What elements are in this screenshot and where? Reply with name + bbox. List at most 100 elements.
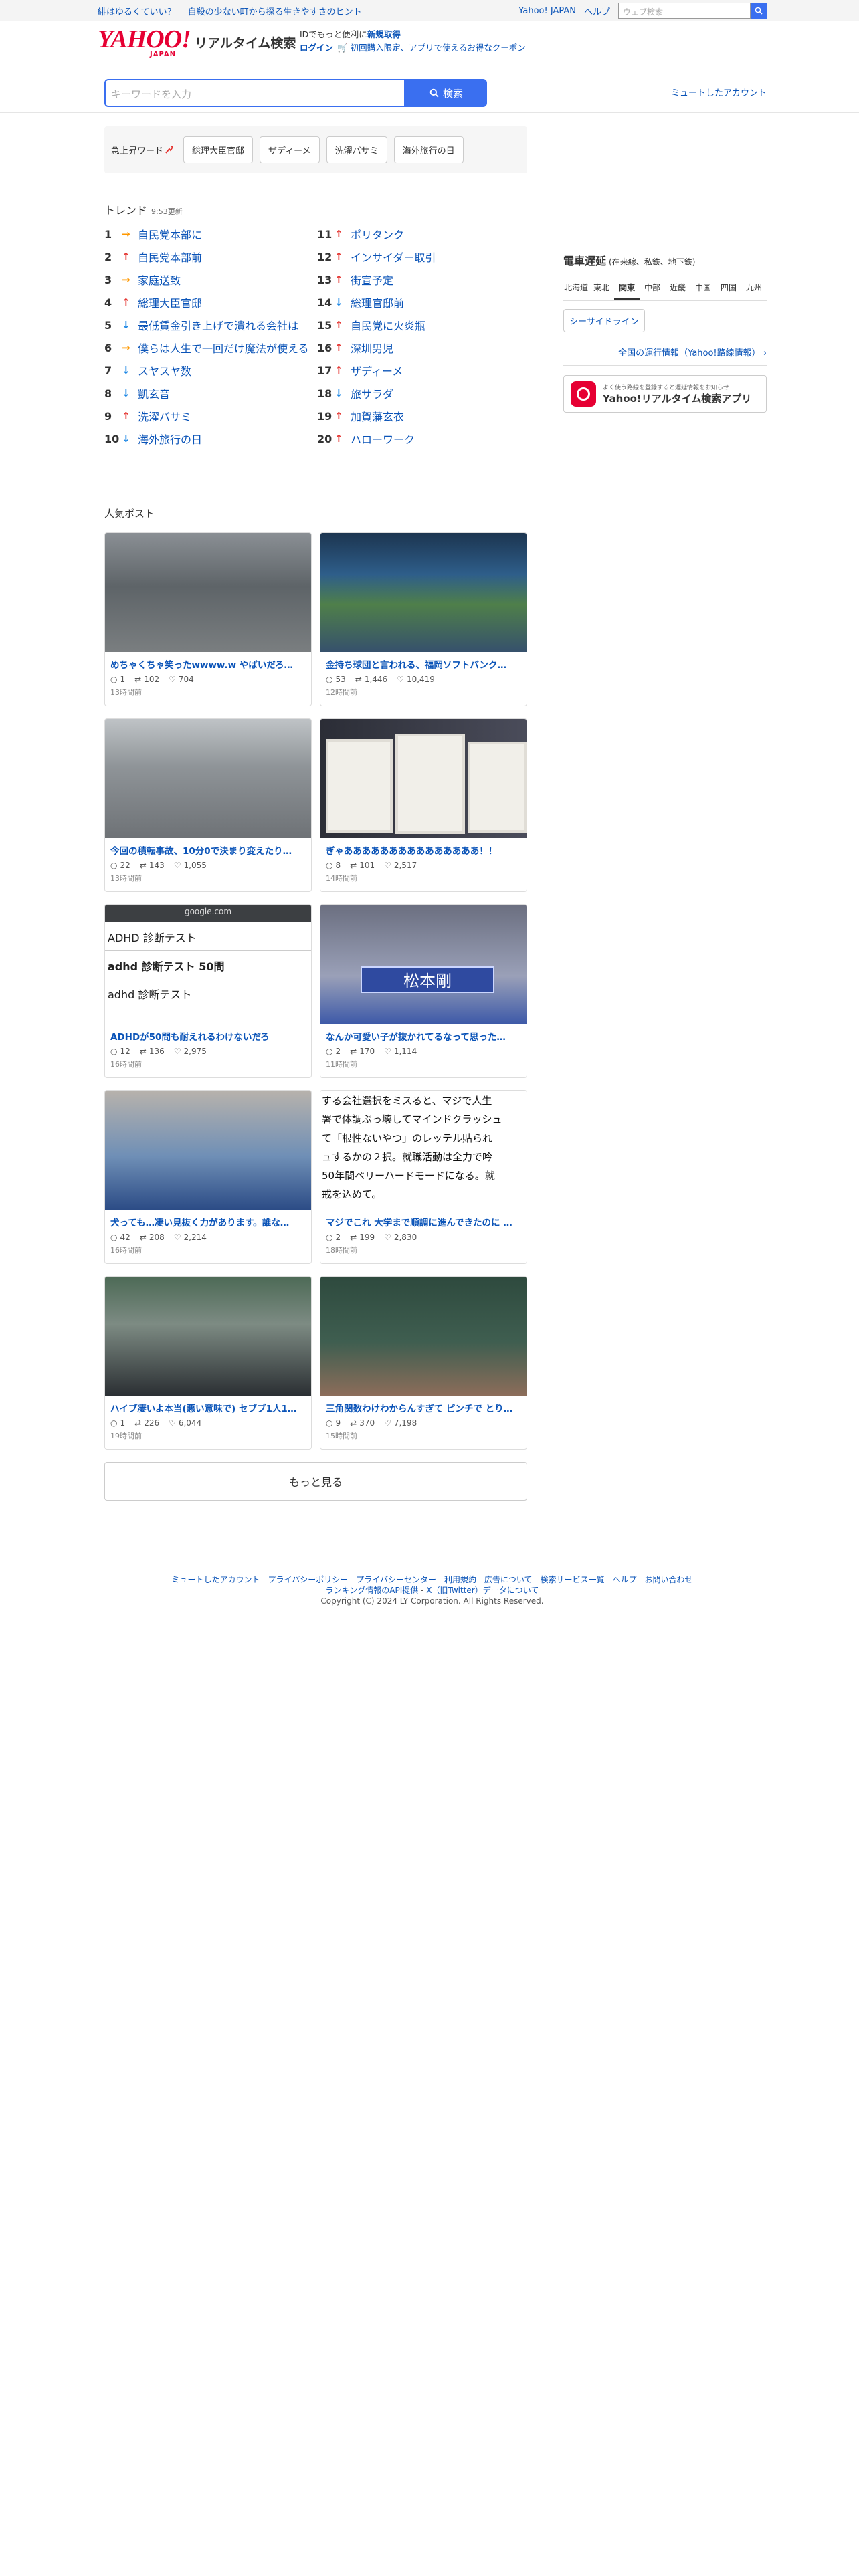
post-title[interactable]: ハイブ凄いよ本当(悪い意味で) セブブ1人1… bbox=[105, 1396, 311, 1414]
surge-chip[interactable]: 洗濯バサミ bbox=[326, 136, 387, 163]
top-news-link-1[interactable]: 緋はゆるくていい？ bbox=[98, 5, 176, 17]
trend-word[interactable]: 最低賃金引き上げで潰れる会社は bbox=[138, 317, 298, 333]
trend-word[interactable]: ポリタンク bbox=[351, 226, 404, 242]
surge-chip[interactable]: 海外旅行の日 bbox=[393, 136, 464, 163]
trend-word[interactable]: 凱玄音 bbox=[138, 385, 170, 401]
trend-word[interactable]: 街宣予定 bbox=[351, 272, 393, 288]
trend-item[interactable]: 9 ↑ 洗濯バサミ bbox=[104, 405, 317, 427]
post-image[interactable]: 松本剛 bbox=[320, 905, 527, 1024]
trend-item[interactable]: 2 ↑ 自民党本部前 bbox=[104, 245, 317, 268]
trend-item[interactable]: 1 → 自民党本部に bbox=[104, 223, 317, 245]
trend-item[interactable]: 15 ↑ 自民党に火炎瓶 bbox=[317, 314, 527, 336]
signup-link[interactable]: 新規取得 bbox=[367, 29, 401, 39]
trend-item[interactable]: 10 ↓ 海外旅行の日 bbox=[104, 427, 317, 450]
trend-item[interactable]: 5 ↓ 最低賃金引き上げで潰れる会社は bbox=[104, 314, 317, 336]
footer-link[interactable]: 広告について bbox=[484, 1575, 533, 1584]
post-image[interactable] bbox=[320, 719, 527, 838]
post-image[interactable]: する会社選択をミスると、マジで人生 署で体調ぶっ壊してマインドクラッシュ て「根性な… bbox=[320, 1091, 527, 1210]
help-link[interactable]: ヘルプ bbox=[584, 5, 610, 17]
region-tab[interactable]: 九州 bbox=[741, 278, 767, 300]
trend-word[interactable]: 洗濯バサミ bbox=[138, 408, 191, 424]
web-search-input[interactable]: ウェブ検索 bbox=[618, 3, 751, 19]
post-card[interactable]: 金持ち球団と言われる、福岡ソフトバンク… ○ 53 ⇄ 1,446 ♡ 10,419 12時間… bbox=[320, 532, 527, 706]
trend-word[interactable]: 自民党本部前 bbox=[138, 249, 202, 265]
post-title[interactable]: 今回の積転事故、10分0で決まり変えたり… bbox=[105, 838, 311, 857]
trend-item[interactable]: 16 ↑ 深圳男児 bbox=[317, 336, 527, 359]
trend-item[interactable]: 20 ↑ ハローワーク bbox=[317, 427, 527, 450]
footer-link[interactable]: ランキング情報のAPI提供 bbox=[326, 1586, 419, 1595]
footer-link[interactable]: X（旧Twitter）データについて bbox=[426, 1586, 539, 1595]
footer-link[interactable]: 検索サービス一覧 bbox=[541, 1575, 605, 1584]
post-title[interactable]: なんか可愛い子が抜かれてるなって思った… bbox=[320, 1024, 527, 1043]
post-card[interactable]: 今回の積転事故、10分0で決まり変えたり… ○ 22 ⇄ 143 ♡ 1,055 13時間前 bbox=[104, 718, 312, 892]
train-info-link[interactable]: 全国の運行情報（Yahoo!路線情報） › bbox=[563, 346, 767, 366]
post-image[interactable] bbox=[105, 533, 311, 652]
post-title[interactable]: めちゃくちゃ笑ったwwww.w やばいだろ… bbox=[105, 652, 311, 671]
post-card[interactable]: ぎゃあああああああああああああああ！！ ○ 8 ⇄ 101 ♡ 2,517 14時間前 bbox=[320, 718, 527, 892]
trend-word[interactable]: 自民党に火炎瓶 bbox=[351, 317, 425, 333]
region-tab[interactable]: 中部 bbox=[640, 278, 665, 300]
region-tab[interactable]: 東北 bbox=[589, 278, 614, 300]
trend-item[interactable]: 6 → 僕らは人生で一回だけ魔法が使える bbox=[104, 336, 317, 359]
trend-word[interactable]: 海外旅行の日 bbox=[138, 431, 202, 447]
trend-word[interactable]: ザディーメ bbox=[351, 362, 403, 379]
train-line-seaside[interactable]: シーサイドライン bbox=[563, 309, 645, 332]
post-title[interactable]: 三角関数わけわからんすぎて ピンチで とり… bbox=[320, 1396, 527, 1414]
post-card[interactable]: ハイブ凄いよ本当(悪い意味で) セブブ1人1… ○ 1 ⇄ 226 ♡ 6,044 19時間前 bbox=[104, 1276, 312, 1450]
trend-word[interactable]: 家庭送致 bbox=[138, 272, 181, 288]
region-tab[interactable]: 四国 bbox=[716, 278, 741, 300]
trend-item[interactable]: 11 ↑ ポリタンク bbox=[317, 223, 527, 245]
trend-item[interactable]: 7 ↓ スヤスヤ数 bbox=[104, 359, 317, 382]
post-title[interactable]: ぎゃあああああああああああああああ！！ bbox=[320, 838, 527, 857]
trend-word[interactable]: 加賀藩玄衣 bbox=[351, 408, 404, 424]
post-image[interactable]: google.com ADHD 診断テスト adhd 診断テスト 50問 adhd 診… bbox=[105, 905, 311, 1024]
trend-word[interactable]: 僕らは人生で一回だけ魔法が使える bbox=[138, 340, 309, 356]
login-link[interactable]: ログイン bbox=[300, 43, 333, 53]
trend-item[interactable]: 12 ↑ インサイダー取引 bbox=[317, 245, 527, 268]
trend-word[interactable]: 自民党本部に bbox=[138, 226, 202, 242]
region-tab[interactable]: 近畿 bbox=[665, 278, 690, 300]
footer-link[interactable]: ヘルプ bbox=[613, 1575, 637, 1584]
footer-link[interactable]: ミュートしたアカウント bbox=[171, 1575, 260, 1584]
trend-word[interactable]: 総理大臣官邸 bbox=[138, 294, 202, 310]
post-card[interactable]: 松本剛 なんか可愛い子が抜かれてるなって思った… ○ 2 ⇄ 170 ♡ 1,114 11時間前 bbox=[320, 904, 527, 1078]
post-card[interactable]: 三角関数わけわからんすぎて ピンチで とり… ○ 9 ⇄ 370 ♡ 7,198 15時間前 bbox=[320, 1276, 527, 1450]
trend-word[interactable]: 総理官邸前 bbox=[351, 294, 404, 310]
trend-item[interactable]: 14 ↓ 総理官邸前 bbox=[317, 291, 527, 314]
trend-word[interactable]: インサイダー取引 bbox=[351, 249, 436, 265]
muted-accounts-link[interactable]: ミュートしたアカウント bbox=[671, 86, 767, 98]
yahoo-japan-link[interactable]: Yahoo! JAPAN bbox=[518, 6, 576, 16]
region-tab[interactable]: 中国 bbox=[690, 278, 716, 300]
more-button[interactable]: もっと見る bbox=[104, 1462, 527, 1501]
post-image[interactable] bbox=[320, 533, 527, 652]
trend-item[interactable]: 17 ↑ ザディーメ bbox=[317, 359, 527, 382]
footer-link[interactable]: 利用規約 bbox=[444, 1575, 476, 1584]
web-search-button[interactable] bbox=[751, 3, 767, 19]
trend-word[interactable]: ハローワーク bbox=[351, 431, 415, 447]
trend-item[interactable]: 18 ↓ 旅サラダ bbox=[317, 382, 527, 405]
search-input[interactable]: キーワードを入力 bbox=[104, 79, 405, 107]
post-title[interactable]: ADHDが50問も耐えれるわけないだろ bbox=[105, 1024, 311, 1043]
post-image[interactable] bbox=[105, 1277, 311, 1396]
region-tab[interactable]: 関東 bbox=[614, 278, 640, 300]
search-button[interactable]: 検索 bbox=[405, 79, 487, 107]
trend-word[interactable]: 旅サラダ bbox=[351, 385, 393, 401]
surge-chip[interactable]: ザディーメ bbox=[260, 136, 320, 163]
surge-chip[interactable]: 総理大臣官邸 bbox=[183, 136, 254, 163]
coupon-link[interactable]: 初回購入限定、アプリで使えるお得なクーポン bbox=[351, 43, 526, 53]
post-card[interactable]: する会社選択をミスると、マジで人生 署で体調ぶっ壊してマインドクラッシュ て「根性な… bbox=[320, 1090, 527, 1264]
trend-word[interactable]: 深圳男児 bbox=[351, 340, 393, 356]
trend-item[interactable]: 19 ↑ 加賀藩玄衣 bbox=[317, 405, 527, 427]
region-tab[interactable]: 北海道 bbox=[563, 278, 589, 300]
footer-link[interactable]: お問い合わせ bbox=[645, 1575, 693, 1584]
post-card[interactable]: google.com ADHD 診断テスト adhd 診断テスト 50問 adhd 診… bbox=[104, 904, 312, 1078]
post-image[interactable] bbox=[105, 1091, 311, 1210]
yahoo-realtime-logo[interactable]: YAHOO! JAPAN リアルタイム検索 bbox=[98, 27, 296, 58]
trend-item[interactable]: 3 → 家庭送致 bbox=[104, 268, 317, 291]
post-image[interactable] bbox=[105, 719, 311, 838]
post-title[interactable]: 金持ち球団と言われる、福岡ソフトバンク… bbox=[320, 652, 527, 671]
post-title[interactable]: マジでこれ 大学まで順調に進んできたのに … bbox=[320, 1210, 527, 1228]
trend-item[interactable]: 13 ↑ 街宣予定 bbox=[317, 268, 527, 291]
post-title[interactable]: 犬っても…凄い見抜く力があります。誰な… bbox=[105, 1210, 311, 1228]
footer-link[interactable]: プライバシーセンター bbox=[356, 1575, 436, 1584]
